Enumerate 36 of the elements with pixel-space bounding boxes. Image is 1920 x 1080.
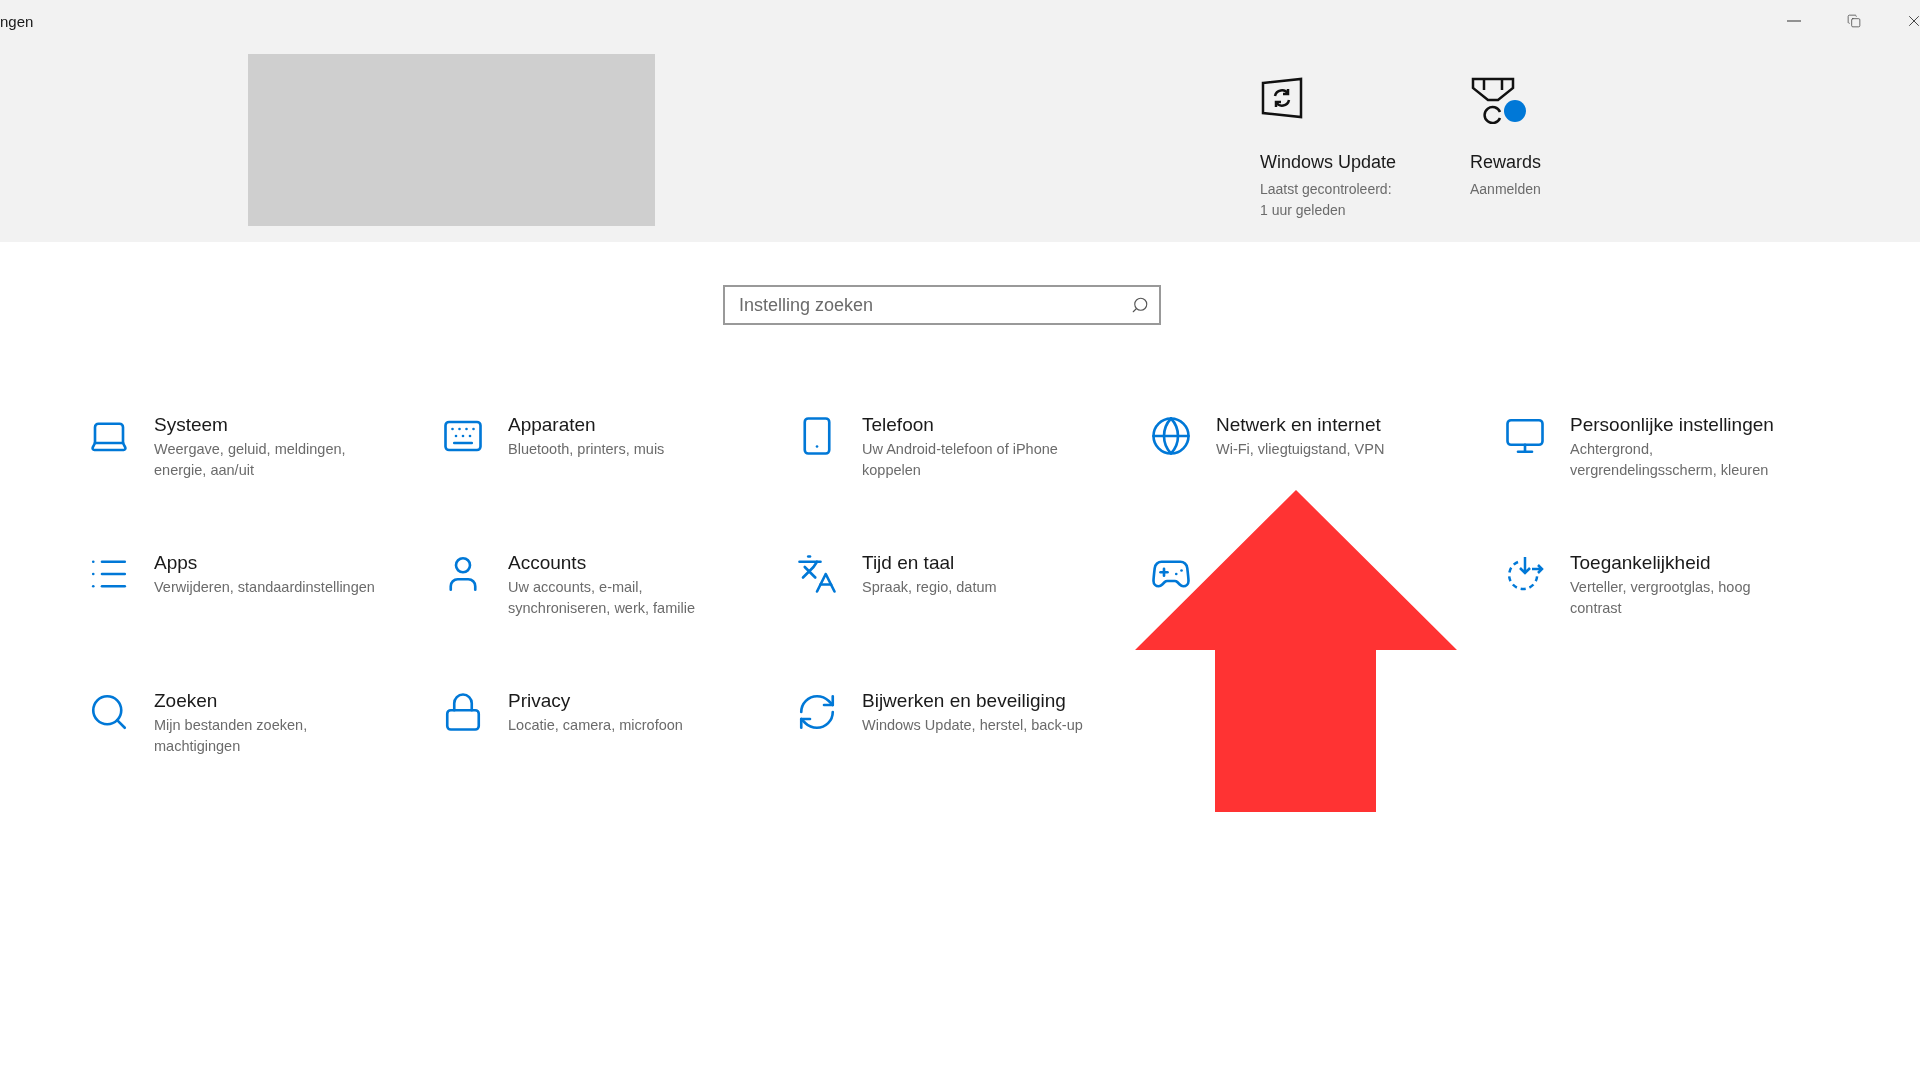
minimize-icon (1787, 20, 1801, 22)
category-description: Verwijderen, standaardinstellingen (154, 578, 376, 597)
category-title[interactable]: Bijwerken en beveiliging (862, 689, 1090, 713)
restore-icon (1847, 14, 1861, 28)
category-description: Locatie, camera, microfoon (508, 716, 684, 735)
window-title: ngen (0, 12, 34, 30)
category-title[interactable]: Persoonlijke instellingen (1570, 413, 1798, 437)
category-description: Uw accounts, e-mail, synchroniseren, werk, familie (508, 578, 696, 618)
category-title[interactable]: Apparaten (508, 413, 736, 437)
category-title[interactable]: Accounts (508, 551, 736, 575)
medal-icon (1470, 76, 1516, 124)
category-title[interactable]: Tijd en taal (862, 551, 1090, 575)
search-field[interactable]: Instelling zoeken (723, 285, 1161, 325)
quick-link-title[interactable]: Rewards (1470, 152, 1542, 173)
category-description: Achtergrond, vergrendelingsscherm, kleuren (1570, 440, 1770, 480)
category-title[interactable]: Systeem (154, 413, 382, 437)
category-description: Windows Update, herstel, back-up (862, 716, 1084, 735)
quick-link-subtitle: Aanmelden (1470, 180, 1541, 199)
category-description: Weergave, geluid, meldingen, energie, aan/uit (154, 440, 347, 480)
category-title[interactable]: Privacy (508, 689, 736, 713)
category-description: Mijn bestanden zoeken, machtigingen (154, 716, 309, 756)
category-title[interactable]: Zoeken (154, 689, 382, 713)
category-description: Spraak, regio, datum (862, 578, 998, 597)
category-title[interactable]: Netwerk en internet (1216, 413, 1444, 437)
search-icon (1131, 296, 1149, 314)
language-icon[interactable] (796, 553, 838, 595)
category-title[interactable]: Apps (154, 551, 382, 575)
category-title[interactable]: Telefoon (862, 413, 1090, 437)
category-description: Wi-Fi, vliegtuigstand, VPN (1216, 440, 1386, 459)
category-title[interactable]: Toegankelijkheid (1570, 551, 1798, 575)
category-description: Uw Android-telefoon of iPhone koppelen (862, 440, 1059, 480)
category-description: Verteller, vergrootglas, hoog contrast (1570, 578, 1752, 618)
category-description: Bluetooth, printers, muis (508, 440, 666, 459)
quick-link-title[interactable]: Windows Update (1260, 152, 1397, 173)
quick-link-subtitle: Laatst gecontroleerd: 1 uur geleden (1260, 180, 1392, 220)
globe-icon[interactable] (1150, 415, 1192, 457)
